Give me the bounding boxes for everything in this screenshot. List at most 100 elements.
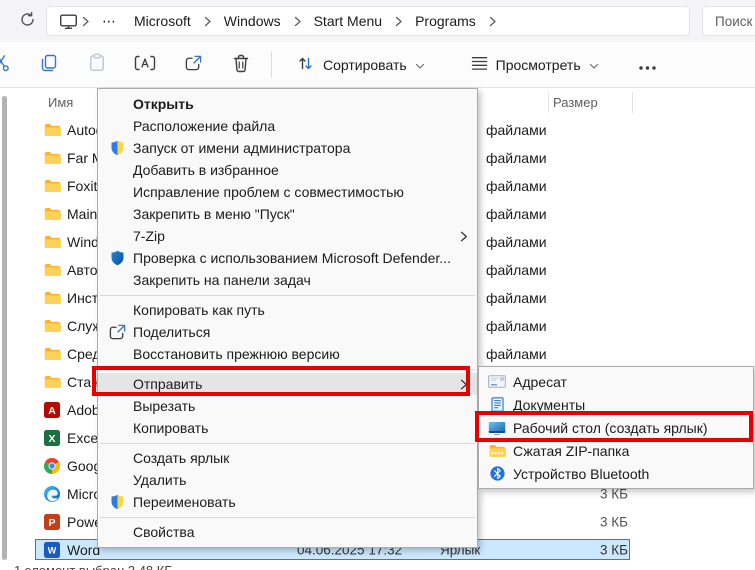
zip-folder-icon	[487, 444, 507, 458]
context-menu-item-scan-with-defender[interactable]: Проверка с использованием Microsoft Defe…	[98, 247, 477, 269]
paste-icon	[87, 53, 107, 76]
context-menu: Открыть Расположение файла Запуск от имени…	[97, 88, 478, 548]
menu-item-label: Добавить в избранное	[133, 162, 477, 178]
context-menu-item-rename[interactable]: Переименовать	[98, 491, 477, 513]
share-button[interactable]	[173, 48, 213, 82]
context-menu-item-troubleshoot-compatibility[interactable]: Исправление проблем с совместимостью	[98, 181, 477, 203]
uac-shield-icon	[104, 140, 130, 156]
breadcrumb-item[interactable]: Windows	[215, 13, 290, 29]
breadcrumb-overflow-button[interactable]: ⋯	[93, 13, 125, 30]
menu-separator	[98, 439, 477, 447]
menu-separator	[98, 291, 477, 299]
this-pc-icon	[59, 13, 78, 30]
search-placeholder: Поиск	[715, 14, 752, 29]
folder-icon	[44, 375, 61, 389]
more-options-button[interactable]	[629, 48, 666, 82]
rename-icon	[134, 54, 156, 75]
chrome-icon	[44, 458, 60, 474]
bluetooth-icon	[487, 466, 507, 481]
context-menu-item-7-zip[interactable]: 7-Zip	[98, 225, 477, 247]
delete-icon	[232, 54, 250, 76]
file-size: 3 КБ	[556, 543, 628, 558]
chevron-right-icon	[485, 16, 500, 27]
file-type-fragment: файлами	[486, 150, 547, 166]
context-menu-item-share[interactable]: Поделиться	[98, 321, 477, 343]
context-menu-item-open[interactable]: Открыть	[98, 93, 477, 115]
folder-icon	[44, 151, 61, 165]
file-name: Word	[67, 542, 100, 558]
send-to-item-mail-recipient[interactable]: Адресат	[479, 370, 753, 393]
refresh-button[interactable]	[12, 6, 42, 36]
folder-icon	[44, 235, 61, 249]
copy-button[interactable]	[29, 48, 69, 82]
column-header-name[interactable]: Имя	[48, 95, 73, 110]
file-type-fragment: файлами	[486, 346, 547, 362]
send-to-item-zip-folder[interactable]: Сжатая ZIP-папка	[479, 439, 753, 462]
folder-icon	[44, 263, 61, 277]
menu-item-label: Исправление проблем с совместимостью	[133, 184, 477, 200]
chevron-down-icon	[589, 57, 599, 73]
breadcrumb: Microsoft Windows Start Menu Programs	[125, 13, 500, 29]
chevron-right-icon	[200, 16, 215, 27]
context-menu-item-properties[interactable]: Свойства	[98, 521, 477, 543]
toolbar-divider	[271, 52, 272, 78]
share-icon	[104, 323, 130, 341]
breadcrumb-item[interactable]: Start Menu	[305, 13, 391, 29]
svg-text:P: P	[48, 517, 55, 529]
context-menu-item-copy[interactable]: Копировать	[98, 417, 477, 439]
desktop-icon	[487, 421, 507, 435]
context-menu-item-cut[interactable]: Вырезать	[98, 395, 477, 417]
send-to-item-documents[interactable]: Документы	[479, 393, 753, 416]
menu-item-label: Закрепить на панели задач	[133, 272, 477, 288]
adobe-icon: A	[44, 402, 60, 418]
chevron-right-icon	[391, 16, 406, 27]
menu-item-label: Удалить	[133, 472, 477, 488]
context-menu-item-add-to-favorites[interactable]: Добавить в избранное	[98, 159, 477, 181]
cut-icon	[0, 53, 11, 76]
breadcrumb-item[interactable]: Microsoft	[125, 13, 200, 29]
cut-button[interactable]	[0, 48, 21, 82]
context-menu-item-pin-to-start[interactable]: Закрепить в меню "Пуск"	[98, 203, 477, 225]
folder-icon	[44, 207, 61, 221]
menu-item-label: Сжатая ZIP-папка	[513, 443, 753, 459]
uac-shield-icon	[104, 494, 130, 510]
chevron-right-icon	[78, 16, 93, 27]
menu-item-label: Рабочий стол (создать ярлык)	[513, 420, 753, 436]
send-to-item-desktop-create-shortcut[interactable]: Рабочий стол (создать ярлык)	[479, 416, 753, 439]
submenu-arrow-icon	[460, 231, 468, 242]
status-bar: 1 элемент выбран 3,48 КБ	[14, 563, 334, 570]
address-bar[interactable]: ⋯ Microsoft Windows Start Menu Programs	[46, 6, 690, 36]
view-button[interactable]: Просмотреть	[461, 48, 609, 82]
breadcrumb-item[interactable]: Programs	[406, 13, 485, 29]
menu-item-label: 7-Zip	[133, 228, 460, 244]
context-menu-item-delete[interactable]: Удалить	[98, 469, 477, 491]
toolbar: Сортировать Просмотреть	[0, 42, 755, 88]
menu-separator	[98, 513, 477, 521]
search-box[interactable]: Поиск	[702, 6, 755, 36]
send-to-item-bluetooth-device[interactable]: Устройство Bluetooth	[479, 462, 753, 485]
folder-icon	[44, 179, 61, 193]
context-menu-item-copy-as-path[interactable]: Копировать как путь	[98, 299, 477, 321]
menu-separator	[98, 365, 477, 373]
context-menu-item-create-shortcut[interactable]: Создать ярлык	[98, 447, 477, 469]
menu-item-label: Закрепить в меню "Пуск"	[133, 206, 477, 222]
menu-item-label: Проверка с использованием Microsoft Defe…	[133, 250, 477, 266]
context-menu-item-file-location[interactable]: Расположение файла	[98, 115, 477, 137]
sort-button[interactable]: Сортировать	[286, 48, 435, 82]
svg-text:X: X	[48, 433, 55, 445]
menu-item-label: Запуск от имени администратора	[133, 140, 477, 156]
context-menu-item-run-as-administrator[interactable]: Запуск от имени администратора	[98, 137, 477, 159]
delete-button[interactable]	[221, 48, 261, 82]
menu-item-label: Расположение файла	[133, 118, 477, 134]
menu-item-label: Вырезать	[133, 398, 477, 414]
context-menu-item-send-to[interactable]: Отправить	[98, 373, 477, 395]
rename-button[interactable]	[125, 48, 165, 82]
sort-label: Сортировать	[323, 57, 407, 73]
view-label: Просмотреть	[496, 57, 581, 73]
context-menu-item-pin-to-taskbar[interactable]: Закрепить на панели задач	[98, 269, 477, 291]
column-header-size[interactable]: Размер	[553, 95, 598, 110]
paste-button[interactable]	[77, 48, 117, 82]
context-menu-item-restore-previous-version[interactable]: Восстановить прежнюю версию	[98, 343, 477, 365]
file-size: 3 КБ	[556, 515, 628, 530]
submenu-arrow-icon	[460, 379, 468, 390]
